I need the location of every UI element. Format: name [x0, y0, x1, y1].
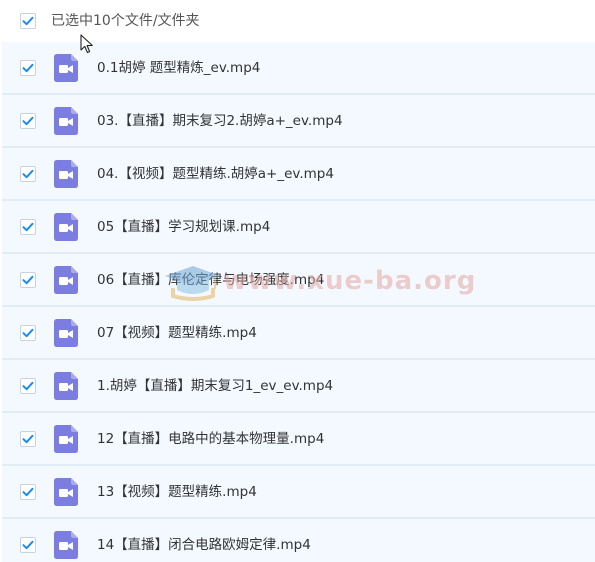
file-checkbox[interactable]	[20, 537, 36, 553]
checkmark-icon	[22, 540, 34, 550]
checkmark-icon	[22, 328, 34, 338]
mouse-cursor-icon	[80, 34, 93, 54]
file-row[interactable]: 03.【直播】期末复习2.胡婷a+_ev.mp4	[2, 95, 595, 148]
file-checkbox[interactable]	[20, 60, 36, 76]
video-file-icon	[54, 478, 78, 506]
checkmark-icon	[22, 487, 34, 497]
file-checkbox[interactable]	[20, 431, 36, 447]
video-file-icon	[54, 531, 78, 559]
file-selection-panel: 已选中10个文件/文件夹 0.1胡婷 题型精炼_ev.mp4 03.【直播】期末复…	[0, 0, 595, 562]
checkmark-icon	[22, 116, 34, 126]
video-file-icon	[54, 319, 78, 347]
file-list: 0.1胡婷 题型精炼_ev.mp4 03.【直播】期末复习2.胡婷a+_ev.mp…	[2, 42, 595, 562]
file-checkbox[interactable]	[20, 272, 36, 288]
file-name: 0.1胡婷 题型精炼_ev.mp4	[97, 60, 261, 76]
video-file-icon	[54, 160, 78, 188]
file-checkbox[interactable]	[20, 219, 36, 235]
file-name: 03.【直播】期末复习2.胡婷a+_ev.mp4	[97, 113, 343, 129]
file-name: 12【直播】电路中的基本物理量.mp4	[97, 431, 325, 447]
video-file-icon	[54, 266, 78, 294]
checkmark-icon	[22, 222, 34, 232]
file-checkbox[interactable]	[20, 325, 36, 341]
video-file-icon	[54, 107, 78, 135]
select-all-checkbox[interactable]	[20, 13, 36, 29]
checkmark-icon	[22, 169, 34, 179]
file-row[interactable]: 06【直播】库伦定律与电场强度.mp4	[2, 254, 595, 307]
file-row[interactable]: 1.胡婷【直播】期末复习1_ev_ev.mp4	[2, 360, 595, 413]
file-name: 06【直播】库伦定律与电场强度.mp4	[97, 272, 325, 288]
checkmark-icon	[22, 16, 34, 26]
file-row[interactable]: 14【直播】闭合电路欧姆定律.mp4	[2, 519, 595, 562]
video-file-icon	[54, 372, 78, 400]
file-row[interactable]: 13【视频】题型精练.mp4	[2, 466, 595, 519]
file-row[interactable]: 07【视频】题型精练.mp4	[2, 307, 595, 360]
file-name: 1.胡婷【直播】期末复习1_ev_ev.mp4	[97, 378, 334, 394]
video-file-icon	[54, 425, 78, 453]
file-name: 05【直播】学习规划课.mp4	[97, 219, 271, 235]
file-checkbox[interactable]	[20, 484, 36, 500]
file-name: 04.【视频】题型精练.胡婷a+_ev.mp4	[97, 166, 334, 182]
file-row[interactable]: 05【直播】学习规划课.mp4	[2, 201, 595, 254]
file-checkbox[interactable]	[20, 378, 36, 394]
file-name: 13【视频】题型精练.mp4	[97, 484, 257, 500]
video-file-icon	[54, 213, 78, 241]
file-name: 07【视频】题型精练.mp4	[97, 325, 257, 341]
checkmark-icon	[22, 381, 34, 391]
file-checkbox[interactable]	[20, 166, 36, 182]
file-checkbox[interactable]	[20, 113, 36, 129]
file-row[interactable]: 04.【视频】题型精练.胡婷a+_ev.mp4	[2, 148, 595, 201]
selected-count-label: 已选中10个文件/文件夹	[51, 13, 200, 29]
checkmark-icon	[22, 434, 34, 444]
video-file-icon	[54, 54, 78, 82]
file-name: 14【直播】闭合电路欧姆定律.mp4	[97, 537, 311, 553]
checkmark-icon	[22, 275, 34, 285]
checkmark-icon	[22, 63, 34, 73]
file-row[interactable]: 12【直播】电路中的基本物理量.mp4	[2, 413, 595, 466]
